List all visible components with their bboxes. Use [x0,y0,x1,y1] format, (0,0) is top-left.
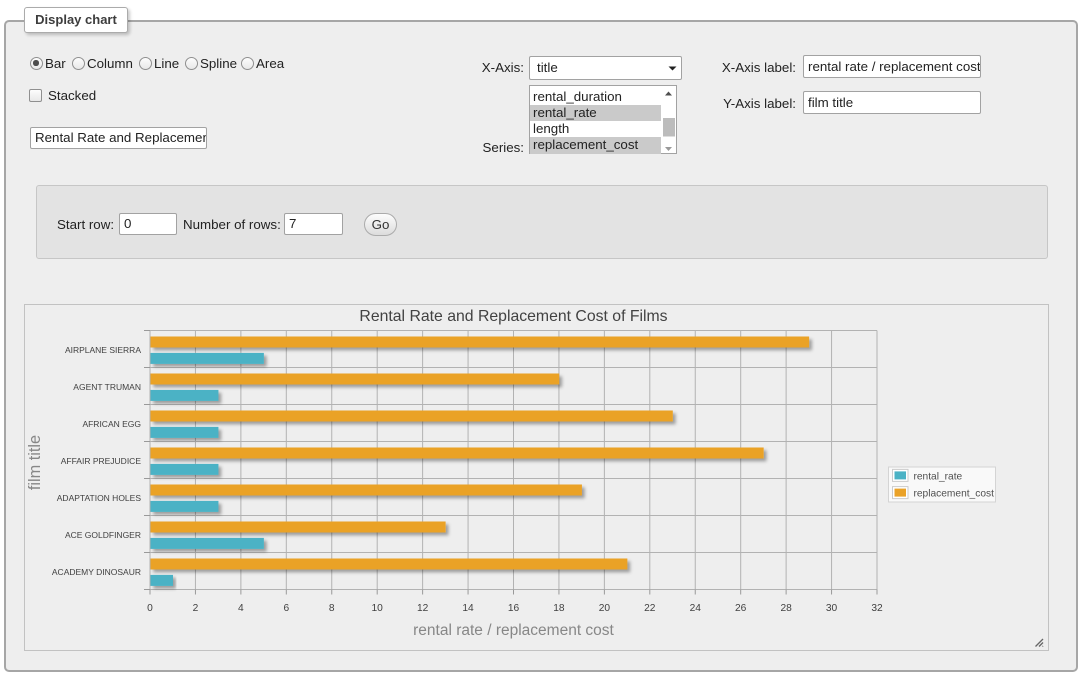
svg-text:30: 30 [826,603,838,614]
svg-text:28: 28 [780,603,792,614]
svg-text:ADAPTATION HOLES: ADAPTATION HOLES [57,493,142,503]
svg-text:4: 4 [238,603,244,614]
svg-text:AFFAIR PREJUDICE: AFFAIR PREJUDICE [61,456,142,466]
svg-text:22: 22 [644,603,656,614]
svg-text:20: 20 [599,603,611,614]
svg-text:Rental Rate and Replacement Co: Rental Rate and Replacement Cost of Film… [359,308,667,325]
svg-text:32: 32 [871,603,883,614]
svg-text:26: 26 [735,603,747,614]
svg-text:2: 2 [193,603,199,614]
svg-text:8: 8 [329,603,335,614]
svg-text:6: 6 [283,603,289,614]
svg-text:24: 24 [690,603,702,614]
svg-text:0: 0 [147,603,153,614]
svg-text:AIRPLANE SIERRA: AIRPLANE SIERRA [65,345,141,355]
svg-text:16: 16 [508,603,520,614]
svg-text:AGENT TRUMAN: AGENT TRUMAN [73,382,141,392]
svg-text:14: 14 [462,603,474,614]
svg-text:AFRICAN EGG: AFRICAN EGG [82,419,141,429]
svg-text:ACE GOLDFINGER: ACE GOLDFINGER [65,530,141,540]
svg-text:10: 10 [372,603,384,614]
svg-text:film title: film title [26,435,44,490]
svg-text:replacement_cost: replacement_cost [914,489,995,500]
svg-text:18: 18 [553,603,565,614]
svg-text:rental_rate: rental_rate [914,471,963,482]
svg-text:12: 12 [417,603,429,614]
svg-text:ACADEMY DINOSAUR: ACADEMY DINOSAUR [52,567,141,577]
svg-text:rental rate / replacement cost: rental rate / replacement cost [413,622,614,639]
